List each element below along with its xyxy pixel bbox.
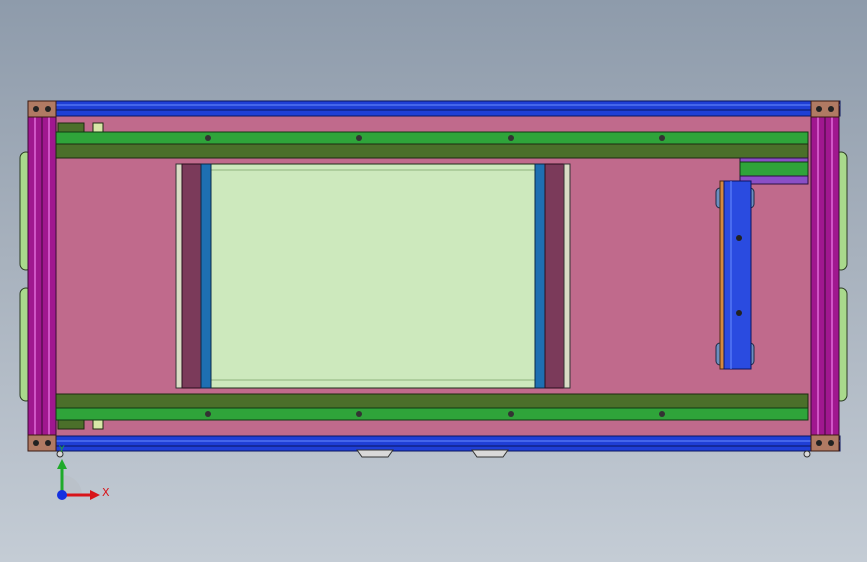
sensor-top-dark: [57, 122, 85, 133]
corner-bracket-bl: [27, 434, 57, 452]
bottom-clip-right: [471, 449, 509, 458]
sensor-bottom-light: [92, 419, 104, 430]
bottom-guide-dark: [55, 393, 809, 409]
graphics-viewport[interactable]: X Y: [0, 0, 867, 562]
bottom-clip-left: [356, 449, 394, 458]
top-guide-dark: [55, 143, 809, 159]
left-roller: [181, 163, 202, 389]
right-roller-outer: [563, 163, 571, 389]
coordinate-triad-icon: [57, 459, 100, 500]
bottom-bolt-right: [803, 450, 811, 458]
top-rail: [29, 100, 841, 117]
coordinate-triad: X Y: [40, 445, 120, 515]
left-roller-band: [200, 163, 212, 389]
triad-x-label: X: [102, 486, 110, 499]
sensor-top-light: [92, 122, 104, 133]
corner-bracket-tl: [27, 100, 57, 118]
cylinder-body: [723, 180, 752, 370]
corner-bracket-tr: [810, 100, 840, 118]
sensor-bottom-dark: [57, 419, 85, 430]
conveyor-belt: [175, 163, 571, 389]
triad-y-label: Y: [59, 445, 65, 455]
cylinder-mount-green: [739, 161, 809, 177]
bottom-guide-green: [55, 407, 809, 421]
corner-bracket-br: [810, 434, 840, 452]
right-roller-band: [534, 163, 546, 389]
right-roller: [544, 163, 565, 389]
bottom-rail: [29, 435, 841, 452]
conveyor-assembly-model[interactable]: [0, 0, 867, 562]
top-guide-green: [55, 131, 809, 145]
left-roller-outer: [175, 163, 183, 389]
